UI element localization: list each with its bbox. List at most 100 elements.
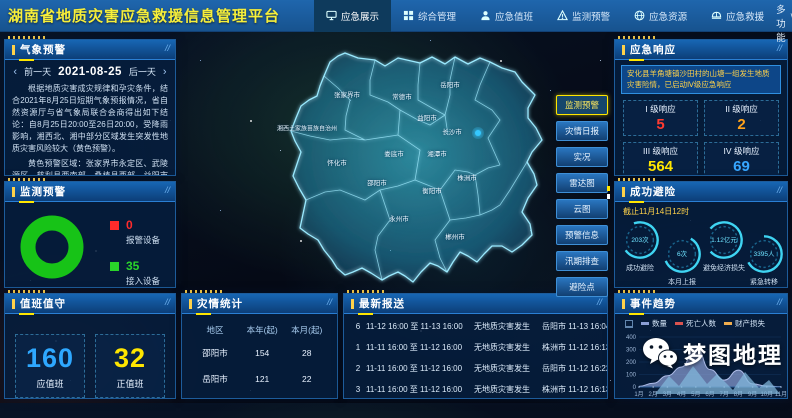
globe-icon (634, 10, 645, 21)
svg-text:300: 300 (626, 348, 637, 354)
panel-header: 应急响应 // (615, 40, 787, 60)
map-button-cloud[interactable]: 云图 (556, 199, 608, 219)
report-source: 岳阳市 11-13 16:04:00 (542, 321, 607, 332)
map-region-label: 娄底市 (384, 148, 404, 158)
header-slash-decoration: // (165, 43, 170, 53)
level-label: IV 级响应 (724, 145, 760, 157)
svg-text:0: 0 (633, 385, 637, 391)
response-level-4: IV 级响应 69 (704, 142, 779, 175)
svg-text:200: 200 (626, 360, 637, 366)
table-row[interactable]: 常德市 121 22 (192, 392, 327, 398)
report-status: 无地质灾害发生 (474, 384, 542, 395)
list-item[interactable]: 3 11-11 16:00 至 11-12 16:00 无地质灾害发生 株洲市 … (344, 379, 607, 398)
header-slash-decoration: // (165, 185, 170, 195)
gauge-value: 3395人 (743, 248, 785, 258)
nav-tab-label: 应急资源 (649, 9, 687, 23)
gauge-row: 203次 成功避险 6次 本月上报 1.12亿元 避免经济损失 3395人 紧急… (615, 217, 787, 287)
nav-tab-emergency-duty[interactable]: 应急值班 (468, 0, 545, 32)
nav-tab-emergency-resources[interactable]: 应急资源 (622, 0, 699, 32)
nav-tab-monitoring-warning[interactable]: 监测预警 (545, 0, 622, 32)
table-row[interactable]: 邵阳市 154 28 (192, 340, 327, 366)
panel-header: 监测预警 // (5, 182, 175, 202)
response-level-3: III 级响应 564 (623, 142, 698, 175)
report-source: 株洲市 11-12 16:13:21 (542, 342, 607, 353)
nav-items: 应急展示 综合管理 应急值班 监测预警 应急资源 应急救援 (314, 0, 776, 32)
report-status: 无地质灾害发生 (474, 363, 542, 374)
map-button-shelter-points[interactable]: 避险点 (556, 277, 608, 297)
map-region-label: 株洲市 (457, 172, 477, 182)
map-region-label: 常德市 (392, 91, 412, 101)
map-marker-yellow (607, 186, 610, 191)
nav-tab-label: 应急值班 (495, 9, 533, 23)
panel-body: ‹ 前一天 2021-08-25 后一天 › 根据地质灾害成灾规律和孕灾条件，结… (5, 60, 175, 175)
panel-body: 160 应值班 32 正值班 (5, 314, 175, 418)
list-item[interactable]: 1 11-11 16:00 至 11-12 16:00 无地质灾害发生 株洲市 … (344, 337, 607, 358)
col-year: 本年(起) (238, 324, 287, 336)
as-of-timestamp: 截止11月14日12时 (623, 206, 787, 217)
panel-body: 0 报警设备 35 接入设备 (5, 202, 175, 287)
nav-tab-comprehensive-management[interactable]: 综合管理 (391, 0, 468, 32)
level-label: I 级响应 (645, 103, 675, 115)
hunan-map[interactable]: 湘西土家族苗族自治州 张家界市 常德市 岳阳市 益阳市 长沙市 怀化市 娄底市 … (270, 40, 582, 308)
weather-paragraph: 根据地质灾害成灾规律和孕灾条件，结合2021年8月25日短期气象预报情况，省自然… (12, 83, 168, 155)
prev-day-button[interactable]: 前一天 (24, 65, 51, 78)
map-region-label: 湘潭市 (427, 148, 447, 158)
map-button-live[interactable]: 实况 (556, 147, 608, 167)
table-row[interactable]: 岳阳市 121 22 (192, 366, 327, 392)
legend-label: 数量 (652, 318, 667, 329)
report-num: 6 (350, 322, 366, 331)
report-period: 11-11 16:00 至 11-12 16:00 (366, 363, 474, 374)
monitor-icon (326, 10, 337, 21)
expected-duty-value: 160 (26, 343, 74, 374)
panel-title: 事件趋势 (630, 296, 676, 311)
legend-item-connected: 35 接入设备 (110, 259, 160, 287)
chevron-left-icon[interactable]: ‹ (13, 66, 17, 78)
nav-tab-label: 应急救援 (726, 9, 764, 23)
map-button-monitoring-warning[interactable]: 监测预警 (556, 95, 608, 115)
legend-label: 财产损失 (735, 318, 765, 329)
list-item[interactable]: 2 11-11 16:00 至 11-12 16:00 无地质灾害发生 岳阳市 … (344, 358, 607, 379)
map-region-label: 岳阳市 (440, 79, 460, 89)
report-source: 岳阳市 11-12 16:22:32 (542, 363, 607, 374)
legend-item[interactable]: 死亡人数 (675, 318, 716, 329)
list-item[interactable]: 6 11-12 16:00 至 11-13 16:00 无地质灾害发生 岳阳市 … (344, 316, 607, 337)
map-region-label: 郴州市 (445, 231, 465, 241)
nav-tab-emergency-rescue[interactable]: 应急救援 (699, 0, 776, 32)
report-period: 11-12 16:00 至 11-13 16:00 (366, 321, 474, 332)
svg-text:100: 100 (626, 373, 637, 379)
svg-text:400: 400 (626, 335, 637, 341)
alarm-label: 报警设备 (126, 234, 160, 246)
legend-item[interactable]: 数量 (641, 318, 667, 329)
nav-right: 更多功能 ∨ 管理员 ∨ (776, 0, 792, 44)
map-region-label: 怀化市 (327, 157, 347, 167)
grid-icon (403, 10, 414, 21)
map-button-warning-info[interactable]: 预警信息 (556, 225, 608, 245)
next-day-button[interactable]: 后一天 (129, 65, 156, 78)
cell-year: 154 (238, 348, 287, 358)
panel-title: 成功避险 (630, 184, 676, 199)
chevron-right-icon[interactable]: › (163, 66, 167, 78)
map-marker-white (607, 194, 610, 199)
report-num: 1 (350, 343, 366, 352)
panel-title: 气象预警 (20, 42, 66, 57)
map-button-disaster-daily[interactable]: 灾情日报 (556, 121, 608, 141)
panel-title: 监测预警 (20, 184, 66, 199)
panel-title: 灾情统计 (197, 296, 243, 311)
response-alert-text[interactable]: 安化县羊角塘镇沙田村的山塘一组发生地质灾害险情，已启动Ⅳ级应急响应 (621, 65, 781, 94)
nav-tab-emergency-display[interactable]: 应急展示 (314, 0, 391, 32)
map-button-flood-inspection[interactable]: 汛期排查 (556, 251, 608, 271)
gauge-label: 成功避险 (615, 263, 667, 273)
response-level-2: II 级响应 2 (704, 100, 779, 136)
more-functions-menu[interactable]: 更多功能 ∨ (776, 0, 792, 44)
map-button-radar[interactable]: 雷达图 (556, 173, 608, 193)
panel-latest-reports: 最新报送 // 6 11-12 16:00 至 11-13 16:00 无地质灾… (343, 293, 608, 399)
watermark-text: 梦图地理 (683, 336, 783, 370)
weather-paragraph: 黄色预警区域：张家界市永定区、武陵源区、慈利县西南部、桑植县西部，益阳市赫山区西… (12, 158, 168, 175)
legend-swatch (641, 322, 649, 325)
chart-type-icon[interactable] (625, 320, 633, 328)
on-duty-stat: 32 正值班 (95, 334, 165, 398)
top-navbar: 湖南省地质灾害应急救援信息管理平台 应急展示 综合管理 应急值班 监测预警 应急… (0, 0, 792, 32)
legend-item[interactable]: 财产损失 (724, 318, 765, 329)
cell-region: 岳阳市 (192, 373, 238, 385)
connected-count: 35 (126, 259, 139, 273)
